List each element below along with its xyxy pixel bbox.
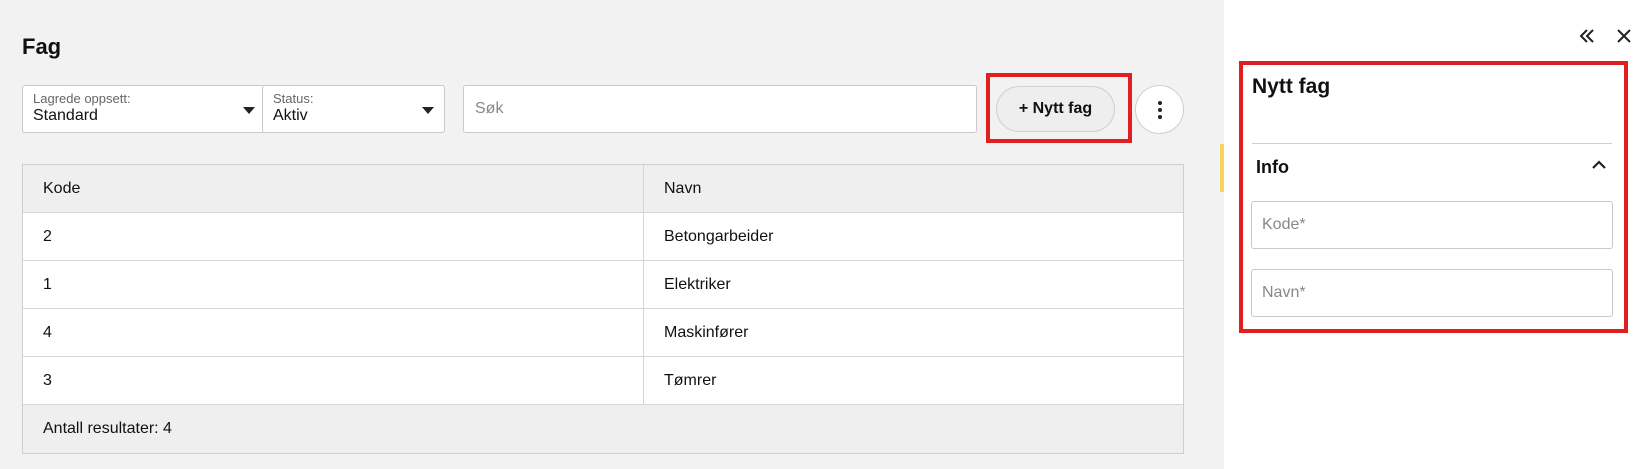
table-header-row: Kode Navn [23, 165, 1183, 213]
more-vertical-icon [1157, 107, 1162, 112]
column-header-kode[interactable]: Kode [23, 165, 644, 212]
caret-down-icon [422, 107, 434, 114]
kode-field[interactable] [1251, 201, 1613, 249]
saved-layout-label: Lagrede oppsett: [33, 91, 131, 106]
saved-layout-value: Standard [33, 107, 98, 124]
result-count: Antall resultater: 4 [23, 405, 1183, 453]
cell-kode: 4 [23, 309, 644, 356]
panel-title: Nytt fag [1252, 75, 1331, 98]
cell-navn: Tømrer [664, 371, 717, 389]
table-row[interactable]: 2 Betongarbeider [23, 213, 1183, 261]
cell-navn: Maskinfører [664, 323, 749, 341]
page-title: Fag [22, 34, 62, 59]
navn-field[interactable] [1251, 269, 1613, 317]
main-content: Fag Lagrede oppsett: Standard Status: Ak… [0, 0, 1224, 469]
table-row[interactable]: 3 Tømrer [23, 357, 1183, 405]
double-chevron-left-icon[interactable] [1577, 26, 1597, 50]
status-select[interactable]: Status: Aktiv [262, 85, 445, 133]
cell-kode: 3 [23, 357, 644, 404]
saved-layout-select[interactable]: Lagrede oppsett: Standard [22, 85, 266, 133]
column-header-navn[interactable]: Navn [644, 165, 1183, 212]
cell-kode: 1 [23, 261, 644, 308]
close-icon[interactable] [1615, 27, 1633, 49]
cell-kode: 2 [23, 213, 644, 260]
info-section-title: Info [1256, 156, 1289, 177]
status-value: Aktiv [273, 107, 308, 124]
search-input[interactable] [463, 85, 977, 133]
table-row[interactable]: 1 Elektriker [23, 261, 1183, 309]
new-fag-button[interactable]: + Nytt fag [996, 86, 1115, 132]
chevron-up-icon [1590, 156, 1608, 179]
status-label: Status: [273, 91, 314, 106]
more-vertical-icon [1157, 114, 1162, 119]
cell-navn: Betongarbeider [664, 227, 774, 245]
fag-table: Kode Navn 2 Betongarbeider 1 Elektriker … [22, 164, 1184, 454]
cell-navn: Elektriker [664, 275, 731, 293]
more-vertical-icon [1157, 100, 1162, 105]
info-section-toggle[interactable]: Info [1252, 144, 1612, 190]
caret-down-icon [243, 107, 255, 114]
table-row[interactable]: 4 Maskinfører [23, 309, 1183, 357]
more-options-button[interactable] [1135, 85, 1184, 134]
